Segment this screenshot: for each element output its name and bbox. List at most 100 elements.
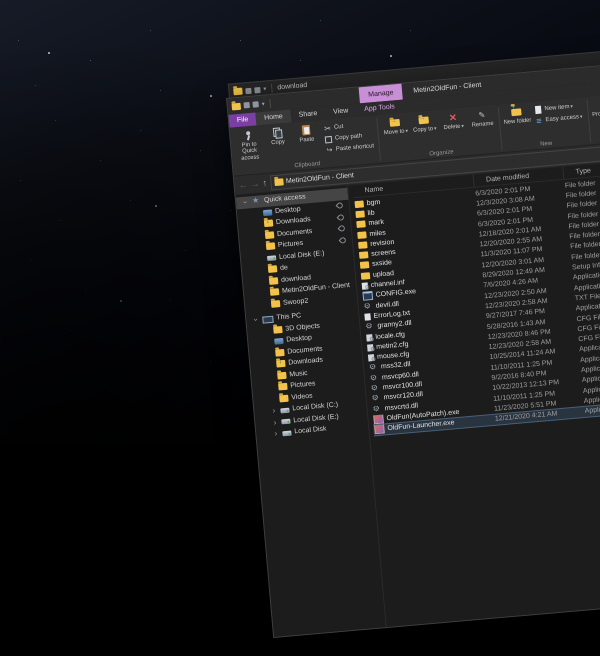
- app-icon: [362, 290, 374, 302]
- folder-icon: [356, 220, 366, 229]
- back-window-title: download: [277, 81, 308, 92]
- rename-icon: [475, 108, 488, 121]
- address-path: Metin2OldFun - Client: [285, 171, 355, 185]
- folder-icon: [357, 230, 367, 239]
- dll-icon: [371, 385, 381, 393]
- chevron-icon[interactable]: [257, 259, 264, 260]
- delete-x-icon: [446, 111, 459, 124]
- new-folder-icon: [510, 105, 523, 118]
- chevron-icon[interactable]: ›: [241, 199, 251, 207]
- desktop-icon: [262, 209, 273, 216]
- copy-button[interactable]: Copy: [263, 124, 293, 147]
- window-title: Metin2OldFun - Client: [413, 81, 482, 95]
- explorer-main: › Quick access Desktop: [235, 138, 600, 637]
- app2-icon: [373, 413, 384, 425]
- chevron-icon[interactable]: [258, 270, 265, 271]
- new-folder-button[interactable]: New folder: [502, 104, 532, 127]
- copy-path-icon: [324, 134, 334, 144]
- explorer-window: ▾ Manage Metin2OldFun - Client File Home…: [226, 40, 600, 638]
- folder-icon: [358, 241, 368, 249]
- file-list: bgm 6/3/2020 2:01 PM File folder lib 12/…: [353, 151, 600, 627]
- easy-access-icon: [534, 116, 544, 126]
- downloads-icon: [263, 219, 274, 228]
- move-to-button[interactable]: Move to: [381, 114, 411, 137]
- folder-icon: [359, 261, 370, 270]
- ribbon-group-new: New folder New item Easy access New: [500, 98, 589, 152]
- paste-button[interactable]: Paste: [292, 122, 322, 145]
- delete-button[interactable]: Delete: [438, 109, 468, 132]
- chevron-icon[interactable]: [264, 342, 271, 343]
- scissors-icon: [323, 123, 333, 133]
- chevron-icon[interactable]: [268, 388, 275, 389]
- copy-to-button[interactable]: Copy to: [409, 112, 439, 135]
- back-button[interactable]: ←: [238, 179, 248, 190]
- videos-icon: [279, 394, 289, 403]
- pin-icon: [242, 129, 255, 142]
- chevron-icon[interactable]: [253, 213, 260, 214]
- quick-access-toolbar-icon[interactable]: [245, 87, 252, 94]
- downloads-icon: [276, 360, 286, 368]
- cfg-icon: [366, 332, 373, 342]
- cfg-icon: [366, 342, 374, 352]
- chevron-icon[interactable]: [254, 224, 261, 225]
- dll-icon: [363, 303, 373, 311]
- folder-icon: [360, 271, 371, 280]
- copy-icon: [271, 126, 284, 139]
- pin-icon: [336, 212, 346, 222]
- file-pane: Name Date modified Type bgm 6/3/2020 2:0…: [348, 138, 600, 627]
- chevron-icon[interactable]: [267, 376, 274, 377]
- new-item-icon: [533, 105, 543, 115]
- copy-to-icon: [418, 113, 431, 126]
- chevron-icon[interactable]: [255, 236, 262, 237]
- chevron-icon[interactable]: [266, 365, 273, 366]
- folder-icon: [358, 251, 369, 260]
- pictures-icon: [265, 242, 276, 251]
- star-icon: [252, 198, 262, 206]
- quick-access-toolbar-icon[interactable]: [254, 86, 261, 93]
- chevron-icon[interactable]: ›: [251, 316, 261, 324]
- shortcut-arrow-icon: [325, 145, 335, 155]
- chevron-icon[interactable]: [259, 281, 266, 282]
- chevron-down-icon[interactable]: ▾: [263, 85, 267, 92]
- chevron-icon[interactable]: ›: [270, 406, 278, 416]
- folder3d-icon: [273, 325, 283, 334]
- pictures-icon: [278, 383, 288, 391]
- paste-icon: [300, 124, 313, 137]
- chevron-icon[interactable]: ›: [271, 417, 279, 427]
- stars: [0, 0, 1, 1]
- setup-icon: [361, 281, 369, 290]
- chevron-icon[interactable]: [260, 293, 267, 294]
- folder-icon: [273, 177, 284, 186]
- desktop-icon: [274, 338, 284, 345]
- drive-icon: [266, 255, 277, 262]
- properties-button[interactable]: Properties: [590, 96, 600, 119]
- chevron-icon[interactable]: ›: [272, 429, 280, 439]
- folder-icon: [270, 299, 281, 308]
- txt-icon: [364, 312, 371, 321]
- up-button[interactable]: ↑: [262, 177, 267, 187]
- chevron-down-icon[interactable]: ▾: [261, 100, 265, 107]
- forward-button[interactable]: →: [250, 178, 260, 189]
- move-to-icon: [389, 116, 402, 129]
- chevron-icon[interactable]: [269, 399, 276, 400]
- rename-button[interactable]: Rename: [467, 107, 497, 130]
- folder-icon: [355, 210, 365, 219]
- documents-icon: [275, 348, 285, 357]
- divider: [270, 83, 273, 93]
- pin-to-quick-access-button[interactable]: Pin to Quick access: [234, 127, 265, 162]
- dll-icon: [370, 374, 380, 382]
- chevron-icon[interactable]: [263, 330, 270, 331]
- chevron-icon[interactable]: [261, 304, 268, 305]
- app2-icon: [374, 423, 385, 435]
- folder-icon: [354, 200, 365, 208]
- divider: [269, 98, 272, 108]
- drive-icon: [281, 418, 291, 425]
- pin-icon: [338, 235, 348, 245]
- quick-access-toolbar-icon[interactable]: [252, 101, 259, 108]
- music-icon: [277, 371, 287, 380]
- computer-icon: [262, 315, 274, 324]
- chevron-icon[interactable]: [256, 247, 263, 248]
- folder-icon: [267, 265, 278, 274]
- chevron-icon[interactable]: [265, 353, 272, 354]
- quick-access-toolbar-icon[interactable]: [243, 101, 250, 109]
